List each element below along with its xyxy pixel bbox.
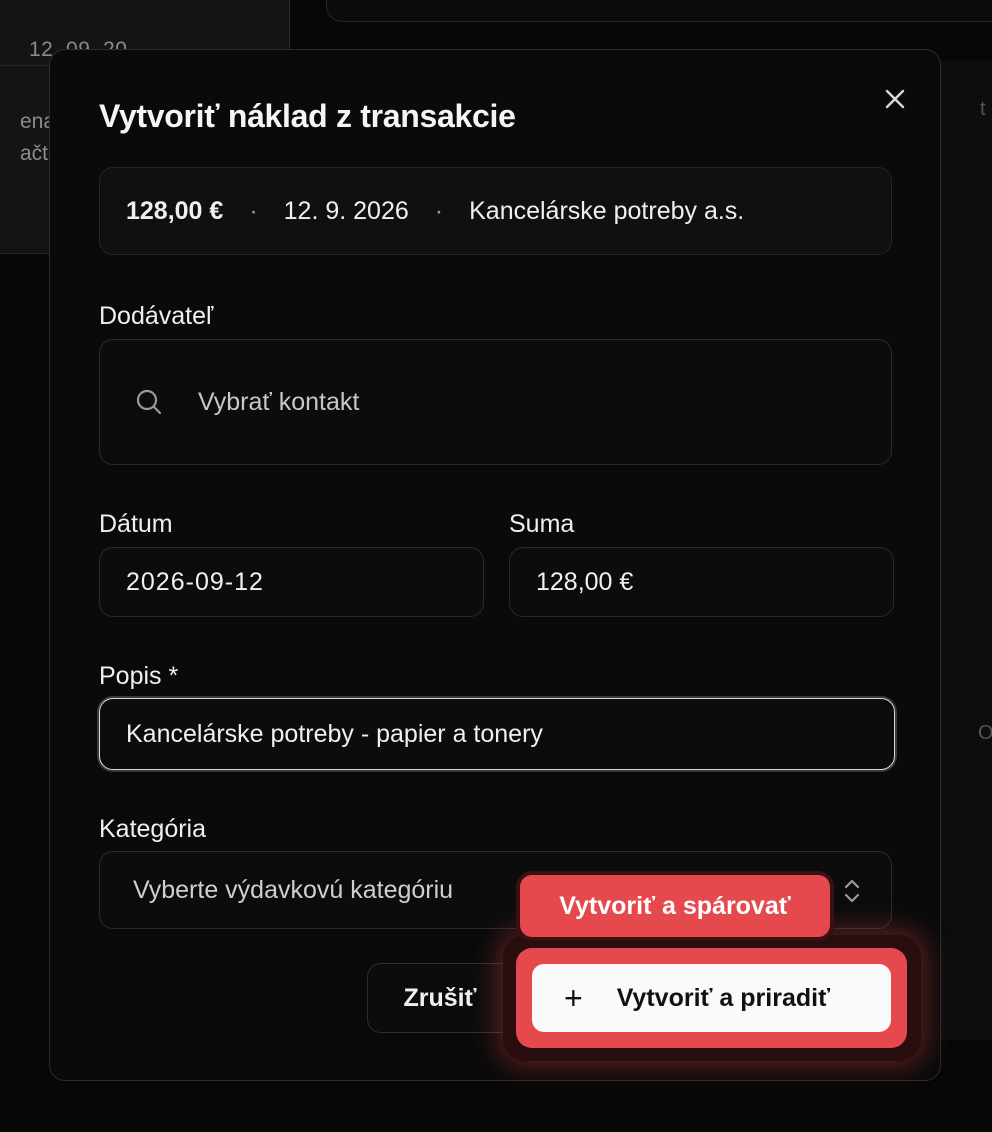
summary-separator: ·: [249, 196, 258, 225]
plus-icon: +: [564, 980, 583, 1016]
summary-amount: 128,00 €: [126, 196, 224, 225]
search-icon: [136, 389, 162, 415]
transaction-summary: 128,00 € · 12. 9. 2026 · Kancelárske pot…: [99, 167, 892, 255]
background-text-fragment: t: [980, 98, 986, 120]
background-panel-right: [940, 60, 992, 1040]
sum-value: 128,00 €: [536, 567, 634, 596]
close-icon: [885, 89, 905, 109]
dialog-title: Vytvoriť náklad z transakcie: [99, 98, 516, 134]
date-field[interactable]: 2026-09-12: [99, 547, 484, 617]
cancel-button[interactable]: Zrušiť: [367, 963, 513, 1033]
sum-label: Suma: [509, 510, 575, 538]
supplier-placeholder: Vybrať kontakt: [198, 387, 360, 416]
sum-field[interactable]: 128,00 €: [509, 547, 894, 617]
description-field[interactable]: Kancelárske potreby - papier a tonery: [99, 698, 895, 770]
create-and-assign-button[interactable]: + Vytvoriť a priradiť: [532, 964, 891, 1032]
summary-merchant: Kancelárske potreby a.s.: [469, 196, 745, 225]
chevron-updown-icon: [844, 879, 860, 903]
action-tooltip: Vytvoriť a spárovať: [520, 875, 830, 937]
summary-date: 12. 9. 2026: [283, 196, 409, 225]
create-expense-dialog: Vytvoriť náklad z transakcie 128,00 € · …: [49, 49, 941, 1081]
category-label: Kategória: [99, 815, 207, 843]
date-label: Dátum: [99, 510, 173, 538]
supplier-contact-picker[interactable]: Vybrať kontakt: [99, 339, 892, 465]
supplier-label: Dodávateľ: [99, 302, 214, 330]
date-value: 2026-09-12: [126, 567, 264, 596]
create-and-assign-label: Vytvoriť a priradiť: [616, 983, 831, 1012]
background-panel-top: [326, 0, 992, 22]
close-button[interactable]: [880, 84, 910, 114]
background-text-fragment: O: [978, 722, 992, 744]
summary-separator: ·: [434, 196, 444, 225]
description-value: Kancelárske potreby - papier a tonery: [126, 719, 543, 748]
description-label: Popis *: [99, 662, 179, 690]
category-placeholder: Vyberte výdavkovú kategóriu: [133, 875, 454, 904]
